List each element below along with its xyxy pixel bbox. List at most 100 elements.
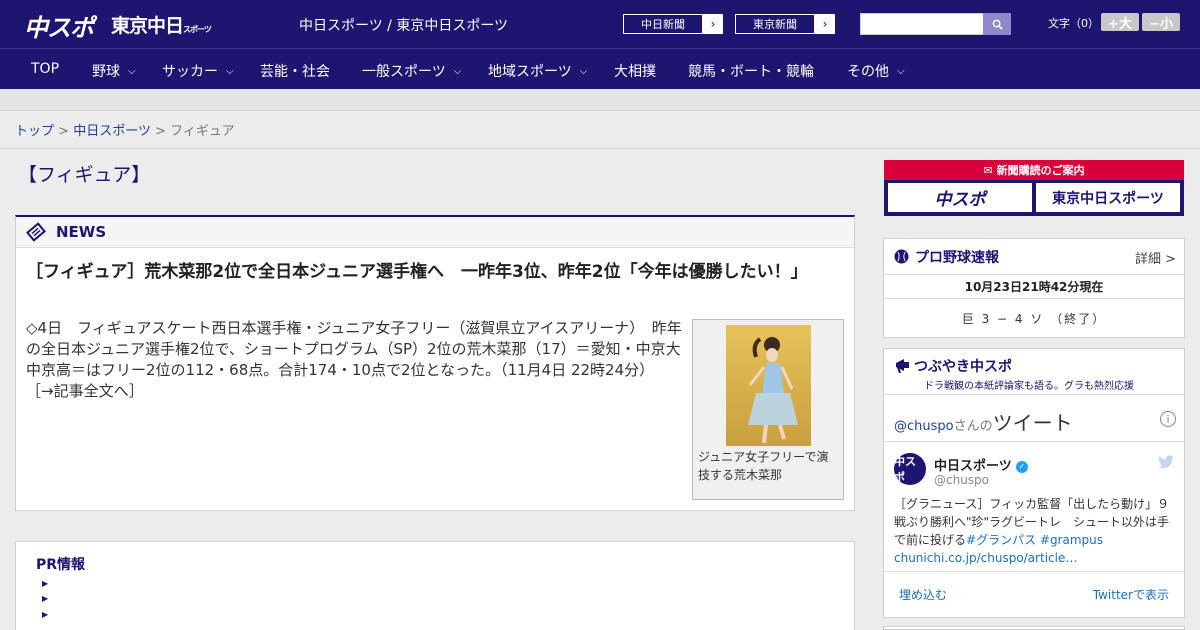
tweet-hashtags[interactable]: #グランパス #grampus [966, 533, 1103, 547]
baseball-score[interactable]: 巨 3 − 4 ソ （終了） [884, 299, 1184, 337]
baseball-header: プロ野球速報 詳細 > [884, 239, 1184, 275]
font-size-label: 文字（0） [1048, 17, 1099, 30]
subscribe-tokyo-chunichi-button[interactable]: 東京中日スポーツ [1036, 183, 1180, 212]
subscribe-chuspo-button[interactable]: 中スポ [888, 183, 1032, 212]
pr-title: PR情報 [36, 557, 86, 573]
divider [0, 148, 1200, 149]
nav-label: 競馬・ボート・競輪 [688, 64, 814, 80]
tokyo-chunichi-logo-text: 東京中日 [111, 15, 184, 37]
subscription-box: ✉ 新聞購読のご案内 中スポ 東京中日スポーツ [884, 160, 1184, 216]
nav-item-local-sports[interactable]: 地域スポーツ ⌵ [488, 61, 587, 81]
embed-link[interactable]: 埋め込む [899, 586, 947, 603]
nav-item-keiba[interactable]: 競馬・ボート・競輪 [688, 61, 814, 81]
view-on-twitter-link[interactable]: Twitterで表示 [1093, 586, 1169, 603]
twitter-handle-link[interactable]: @chuspo [894, 419, 954, 434]
chunichi-shimbun-button[interactable]: 中日新聞 › [622, 13, 724, 35]
chevron-down-icon: ⌵ [453, 65, 462, 77]
twitter-header: つぶやき中スポ ドラ戦観の本紙評論家も語る。グラも熱烈応援 [884, 349, 1184, 395]
twitter-box: つぶやき中スポ ドラ戦観の本紙評論家も語る。グラも熱烈応援 @chuspoさんの… [883, 348, 1185, 618]
nav-label: その他 [847, 64, 889, 80]
page-title: 【フィギュア】 [18, 164, 151, 186]
divider [884, 441, 1184, 442]
read-more-link[interactable]: ［→記事全文へ］ [26, 382, 144, 400]
nav-item-entertainment[interactable]: 芸能・社会 [260, 61, 330, 81]
tweet-author-name[interactable]: 中日スポーツ ✓ [934, 455, 1028, 474]
megaphone-icon [896, 359, 909, 374]
bullet-icon: ▶ [42, 579, 49, 588]
news-box: NEWS ［フィギュア］荒木菜那2位で全日本ジュニア選手権へ 一昨年3位、昨年2… [15, 215, 855, 511]
subscription-title: 新聞購読のご案内 [996, 164, 1085, 177]
twitter-timeline-title[interactable]: @chuspoさんのツイート [894, 407, 1073, 436]
chuspo-logo[interactable]: 中スポ [24, 8, 94, 43]
tweet-text: ［グラニュース］フィッカ監督「出したら動け」９戦ぶり勝利へ"珍"ラグビートレ シ… [894, 495, 1178, 567]
news-label: NEWS [56, 223, 107, 241]
font-size-up-button[interactable]: +大 [1101, 13, 1139, 32]
nav-label: 地域スポーツ [488, 64, 572, 80]
baseball-detail-link[interactable]: 詳細 > [1135, 248, 1176, 267]
site-header: 中スポ 東京中日スポーツ 中日スポーツ / 東京中日スポーツ 中日新聞 › 東京… [0, 0, 1200, 48]
search-button[interactable] [983, 13, 1011, 35]
twitter-title: つぶやき中スポ [914, 359, 1012, 375]
news-header: NEWS [16, 217, 854, 248]
tweet-link[interactable]: chunichi.co.jp/chuspo/article… [894, 551, 1077, 565]
tweet-author-handle[interactable]: @chuspo [934, 473, 989, 487]
nav-label: 野球 [92, 64, 120, 80]
news-body: ◇4日 フィギュアスケート西日本選手権・ジュニア女子フリー（滋賀県立アイスアリー… [26, 318, 686, 402]
baseball-title: プロ野球速報 [915, 249, 999, 266]
tokyo-shimbun-button[interactable]: 東京新聞 › [734, 13, 836, 35]
chunichi-shimbun-label: 中日新聞 [623, 14, 703, 34]
subscription-header[interactable]: ✉ 新聞購読のご案内 [884, 160, 1184, 180]
tokyo-chunichi-logo[interactable]: 東京中日スポーツ [111, 11, 212, 38]
font-size-down-button[interactable]: −小 [1142, 13, 1180, 32]
photo-caption: ジュニア女子フリーで演技する荒木菜那 [698, 450, 829, 482]
nav-item-baseball[interactable]: 野球 ⌵ [92, 61, 136, 81]
breadcrumb: トップ > 中日スポーツ > フィギュア [15, 120, 235, 139]
twitter-tweets-label: ツイート [992, 411, 1073, 435]
nav-label: サッカー [162, 64, 218, 80]
site-title[interactable]: 中日スポーツ / 東京中日スポーツ [299, 15, 508, 35]
baseball-timestamp: 10月23日21時42分現在 [884, 275, 1184, 299]
baseball-score-box: プロ野球速報 詳細 > 10月23日21時42分現在 巨 3 − 4 ソ （終了… [883, 238, 1185, 338]
tweet-author-name-text: 中日スポーツ [934, 459, 1012, 474]
nav-label: 一般スポーツ [362, 64, 446, 80]
nav-label: 大相撲 [614, 64, 656, 80]
news-icon [26, 222, 46, 242]
breadcrumb-section[interactable]: 中日スポーツ [73, 124, 151, 139]
chevron-down-icon: ⌵ [897, 65, 905, 77]
pr-box: PR情報 ▶ ▶ ▶ [15, 541, 855, 630]
chevron-right-icon: › [822, 17, 828, 31]
news-body-text: ◇4日 フィギュアスケート西日本選手権・ジュニア女子フリー（滋賀県立アイスアリー… [26, 319, 682, 379]
news-photo-box[interactable]: ジュニア女子フリーで演技する荒木菜那 [692, 319, 844, 500]
nav-item-general-sports[interactable]: 一般スポーツ ⌵ [362, 61, 461, 81]
skater-photo[interactable] [726, 325, 811, 446]
bullet-icon: ▶ [42, 610, 49, 619]
divider [884, 571, 1184, 572]
search-icon [992, 19, 1003, 30]
main-nav: TOP 野球 ⌵ サッカー ⌵ 芸能・社会 一般スポーツ ⌵ 地域スポーツ ⌵ 大相撲 … [0, 48, 1200, 89]
twitter-user-mid: さんの [953, 419, 993, 434]
skater-figure-icon [748, 337, 798, 444]
tokyo-chunichi-logo-small: スポーツ [183, 25, 212, 34]
news-headline[interactable]: ［フィギュア］荒木菜那2位で全日本ジュニア選手権へ 一昨年3位、昨年2位「今年は… [26, 259, 846, 285]
ad-strip [0, 89, 1200, 111]
sidebar-next-box [883, 626, 1185, 630]
twitter-bird-icon[interactable] [1158, 455, 1174, 473]
baseball-icon [894, 249, 909, 264]
bullet-icon: ▶ [42, 594, 49, 603]
chevron-down-icon: ⌵ [579, 65, 588, 77]
nav-item-top[interactable]: TOP [31, 61, 59, 77]
search-input[interactable] [860, 13, 984, 35]
breadcrumb-current: フィギュア [170, 124, 235, 139]
twitter-subtitle: ドラ戦観の本紙評論家も語る。グラも熱烈応援 [924, 381, 1134, 392]
newspaper-icon: ✉ [983, 163, 993, 177]
avatar[interactable]: 中スポ [894, 453, 926, 485]
chevron-right-icon: › [710, 17, 716, 31]
nav-item-sumo[interactable]: 大相撲 [614, 61, 656, 81]
chevron-down-icon: ⌵ [226, 65, 234, 77]
breadcrumb-home[interactable]: トップ [15, 124, 54, 139]
info-icon[interactable]: i [1160, 411, 1176, 427]
nav-item-other[interactable]: その他 ⌵ [847, 61, 905, 81]
nav-item-soccer[interactable]: サッカー ⌵ [162, 61, 234, 81]
breadcrumb-separator: > [58, 124, 70, 139]
chevron-down-icon: ⌵ [128, 65, 136, 77]
